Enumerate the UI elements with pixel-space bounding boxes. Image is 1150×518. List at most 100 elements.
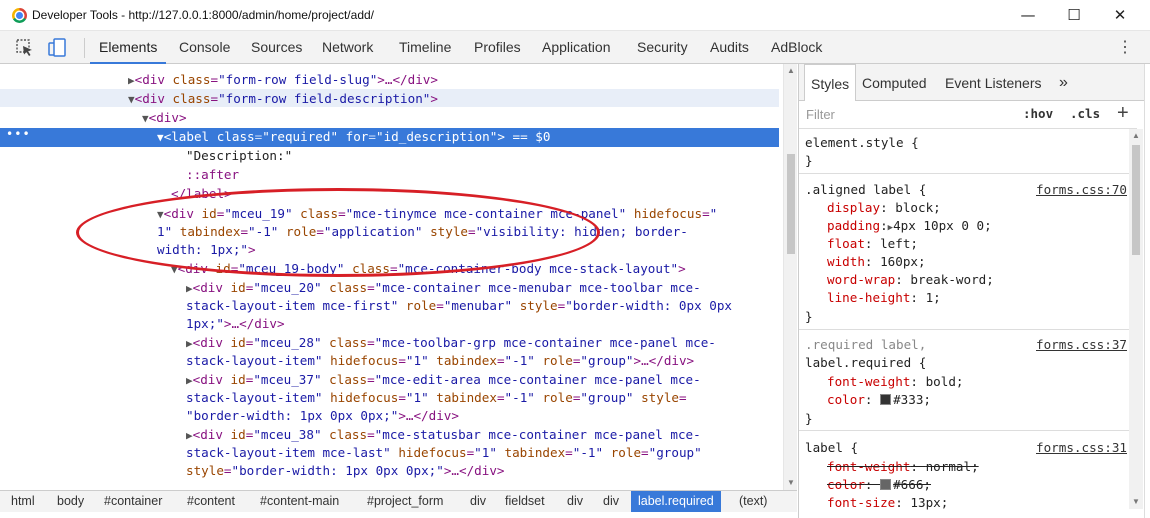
style-rule[interactable]: .aligned label { forms.css:70 display: b… xyxy=(799,175,1137,330)
dom-node[interactable]: ▶<div id="mceu_20" class="mce-container … xyxy=(186,279,701,297)
collapse-triangle-icon[interactable]: ▼ xyxy=(128,93,135,106)
selected-dom-node[interactable]: ▼<label class="required" for="id_descrip… xyxy=(157,128,550,146)
css-property-overridden[interactable]: color: #666; xyxy=(827,476,931,494)
tab-computed[interactable]: Computed xyxy=(862,64,927,100)
dom-node[interactable]: ▶<div id="mceu_37" class="mce-edit-area … xyxy=(186,371,701,389)
chrome-icon xyxy=(12,8,27,23)
dom-node[interactable]: ▶<div id="mceu_28" class="mce-toolbar-gr… xyxy=(186,334,716,352)
tab-network[interactable]: Network xyxy=(322,31,373,63)
tab-styles[interactable]: Styles xyxy=(804,64,857,101)
minimize-button[interactable]: — xyxy=(1005,0,1051,31)
class-toggle[interactable]: .cls xyxy=(1070,106,1100,121)
tab-timeline[interactable]: Timeline xyxy=(399,31,451,63)
css-property[interactable]: float: left; xyxy=(827,235,918,253)
breadcrumb-item[interactable]: #content xyxy=(187,491,235,512)
scroll-up-icon[interactable]: ▲ xyxy=(784,64,798,78)
breadcrumb-item[interactable]: div xyxy=(567,491,583,512)
breadcrumb: html body #container #content #content-m… xyxy=(0,490,797,512)
tab-sources[interactable]: Sources xyxy=(251,31,302,63)
dom-node[interactable]: ▼<div> xyxy=(142,109,187,127)
expand-triangle-icon[interactable]: ▶ xyxy=(128,74,135,87)
breadcrumb-item[interactable]: fieldset xyxy=(505,491,545,512)
rule-selector: element.style { xyxy=(805,135,919,150)
breadcrumb-item-active[interactable]: label.required xyxy=(631,491,721,512)
add-rule-icon[interactable]: + xyxy=(1117,102,1129,125)
tab-elements[interactable]: Elements xyxy=(89,31,167,64)
more-tabs-icon[interactable]: » xyxy=(1059,64,1068,100)
breadcrumb-item[interactable]: #content-main xyxy=(260,491,339,512)
close-button[interactable]: ✕ xyxy=(1097,0,1143,31)
breadcrumb-item[interactable]: div xyxy=(470,491,486,512)
toolbar-divider xyxy=(84,38,85,58)
expand-triangle-icon[interactable]: ▶ xyxy=(186,374,193,387)
styles-filter-bar: Filter :hov .cls + xyxy=(799,101,1137,129)
dom-pseudo-node[interactable]: ::after xyxy=(186,166,239,184)
dom-text-node[interactable]: "Description:" xyxy=(186,147,292,165)
scroll-down-icon[interactable]: ▼ xyxy=(1129,495,1143,509)
css-property[interactable]: font-weight: bold; xyxy=(827,373,964,391)
tab-console[interactable]: Console xyxy=(179,31,230,63)
style-rules: element.style { } .aligned label { forms… xyxy=(799,130,1137,518)
scrollbar-thumb[interactable] xyxy=(1132,145,1140,255)
tab-audits[interactable]: Audits xyxy=(710,31,749,63)
style-rule[interactable]: label { forms.css:31 font-weight: normal… xyxy=(799,432,1137,518)
expand-triangle-icon[interactable]: ▶ xyxy=(186,429,193,442)
breadcrumb-item[interactable]: #project_form xyxy=(367,491,443,512)
dom-node[interactable]: ▼<div class="form-row field-description"… xyxy=(128,90,438,108)
rule-source-link[interactable]: forms.css:70 xyxy=(1036,181,1127,199)
css-property[interactable]: line-height: 1; xyxy=(827,289,941,307)
dom-node-continuation: stack-layout-item" hidefocus="1" tabinde… xyxy=(186,353,695,368)
inspect-element-icon[interactable] xyxy=(14,37,36,59)
hover-state-toggle[interactable]: :hov xyxy=(1023,106,1053,121)
tab-security[interactable]: Security xyxy=(637,31,688,63)
styles-filter-input[interactable]: Filter xyxy=(806,107,835,122)
elements-tree[interactable]: ••• ▶<div class="form-row field-slug">…<… xyxy=(0,64,783,490)
dom-node[interactable]: ▶<div id="mceu_38" class="mce-statusbar … xyxy=(186,426,701,444)
rule-selector: label.required { xyxy=(805,355,927,370)
breadcrumb-item[interactable]: div xyxy=(603,491,619,512)
elements-scrollbar[interactable]: ▲ ▼ xyxy=(783,64,797,490)
css-property[interactable]: width: 160px; xyxy=(827,253,926,271)
scroll-up-icon[interactable]: ▲ xyxy=(1129,129,1143,143)
breadcrumb-item[interactable]: (text) xyxy=(739,491,767,512)
expand-triangle-icon[interactable]: ▶ xyxy=(186,282,193,295)
style-rule[interactable]: .required label, forms.css:37 label.requ… xyxy=(799,331,1137,431)
tab-application[interactable]: Application xyxy=(542,31,611,63)
rule-source-link[interactable]: forms.css:31 xyxy=(1036,439,1127,457)
breadcrumb-item[interactable]: body xyxy=(57,491,84,512)
rule-selector: .aligned label { xyxy=(805,182,927,197)
rule-selector: label { xyxy=(805,440,859,455)
css-property[interactable]: word-wrap: break-word; xyxy=(827,271,994,289)
css-property[interactable]: color: #333; xyxy=(827,391,931,409)
window-edge xyxy=(1144,64,1150,518)
css-property[interactable]: font-size: 13px; xyxy=(827,494,948,512)
css-property[interactable]: display: block; xyxy=(827,199,941,217)
dom-node-continuation: 1px;">…</div> xyxy=(186,316,285,331)
css-property[interactable]: padding:▶4px 10px 0 0; xyxy=(827,217,992,235)
rule-source-link[interactable]: forms.css:37 xyxy=(1036,336,1127,354)
dom-node[interactable]: ▶<div class="form-row field-slug">…</div… xyxy=(128,71,438,89)
style-rule[interactable]: element.style { } xyxy=(799,130,1137,174)
breadcrumb-item[interactable]: html xyxy=(11,491,35,512)
tab-profiles[interactable]: Profiles xyxy=(474,31,521,63)
styles-scrollbar[interactable]: ▲ ▼ xyxy=(1129,129,1143,509)
more-options-icon[interactable]: ⋮ xyxy=(1116,37,1134,59)
dom-node-continuation: style="border-width: 1px 0px 0px;">…</di… xyxy=(186,463,505,478)
node-actions-icon[interactable]: ••• xyxy=(6,127,31,141)
window-title: Developer Tools - http://127.0.0.1:8000/… xyxy=(32,8,374,22)
tab-event-listeners[interactable]: Event Listeners xyxy=(945,64,1042,100)
devtools-toolbar: Elements Console Sources Network Timelin… xyxy=(0,31,1150,64)
scrollbar-thumb[interactable] xyxy=(787,154,795,254)
color-swatch-icon[interactable] xyxy=(880,394,892,405)
collapse-triangle-icon[interactable]: ▼ xyxy=(142,112,149,125)
tab-adblock[interactable]: AdBlock xyxy=(771,31,822,63)
color-swatch-icon[interactable] xyxy=(880,479,892,490)
expand-triangle-icon[interactable]: ▶ xyxy=(186,337,193,350)
collapse-triangle-icon[interactable]: ▼ xyxy=(157,131,164,144)
dom-node-continuation: stack-layout-item mce-first" role="menub… xyxy=(186,298,733,313)
device-mode-icon[interactable] xyxy=(46,37,68,59)
breadcrumb-item[interactable]: #container xyxy=(104,491,162,512)
maximize-button[interactable]: ☐ xyxy=(1051,0,1097,31)
css-property-overridden[interactable]: font-weight: normal; xyxy=(827,458,979,476)
scroll-down-icon[interactable]: ▼ xyxy=(784,476,798,490)
